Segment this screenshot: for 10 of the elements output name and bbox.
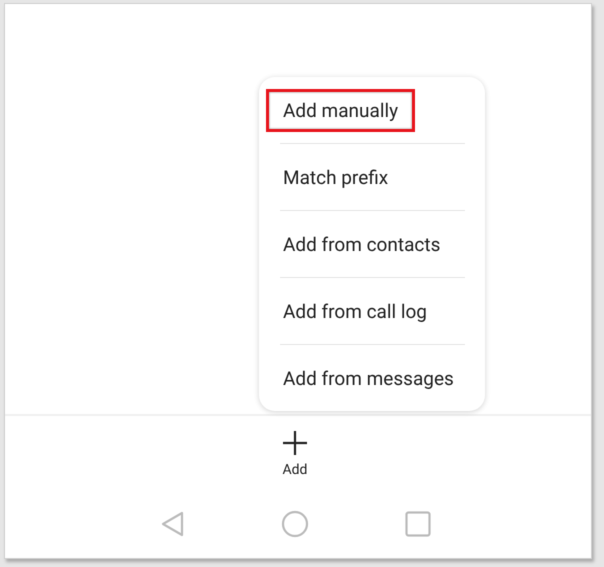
- back-icon[interactable]: [161, 511, 185, 537]
- menu-item[interactable]: Add from call log: [266, 290, 444, 332]
- menu-item[interactable]: Add from contacts: [266, 222, 458, 266]
- menu-item[interactable]: Add manually: [266, 88, 416, 132]
- recents-icon[interactable]: [405, 511, 431, 537]
- menu-item[interactable]: Match prefix: [266, 156, 406, 198]
- home-icon[interactable]: [281, 510, 309, 538]
- menu-item[interactable]: Add from messages: [266, 356, 471, 400]
- plus-icon: [282, 430, 308, 456]
- add-button[interactable]: Add: [282, 430, 308, 478]
